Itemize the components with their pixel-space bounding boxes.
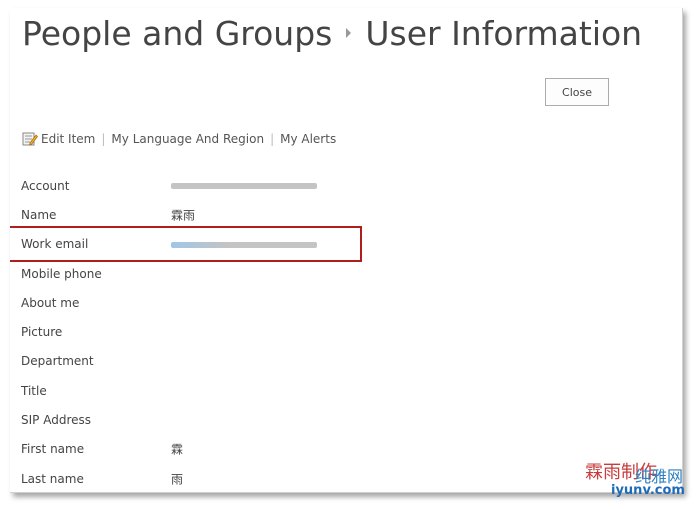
field-label: Department: [21, 354, 94, 369]
toolbar-divider: |: [101, 132, 106, 146]
field-label: SIP Address: [21, 413, 91, 428]
user-fields: Account Name 霖雨 Work email Mobile phone …: [21, 171, 317, 492]
field-label: About me: [21, 295, 80, 310]
watermark: 霖雨制作 纯雅网 iyunv.com: [585, 458, 695, 506]
field-row-department: Department: [21, 347, 171, 376]
field-label: Picture: [21, 325, 63, 340]
field-value: 雨: [171, 472, 184, 487]
field-label: Mobile phone: [21, 266, 102, 281]
field-row-about-me: About me: [21, 288, 171, 317]
field-row-title: Title: [21, 376, 171, 405]
toolbar: Edit Item | My Language And Region | My …: [22, 129, 336, 149]
field-row-picture: Picture: [21, 317, 171, 346]
field-row-account: Account: [21, 171, 317, 200]
edit-item-icon: [22, 131, 38, 147]
field-row-last-name: Last name 雨: [21, 464, 183, 492]
watermark-text: iyunv.com: [611, 483, 685, 498]
toolbar-divider: |: [270, 132, 275, 146]
user-information-panel: People and Groups User Information Close …: [10, 8, 683, 493]
account-value-redacted: [171, 179, 317, 193]
my-alerts-link[interactable]: My Alerts: [280, 132, 336, 146]
field-value: 霖: [171, 442, 184, 457]
field-row-first-name: First name 霖: [21, 435, 183, 464]
breadcrumb-arrow-icon: [346, 27, 352, 38]
page-title: User Information: [365, 14, 643, 53]
field-label: Title: [21, 383, 47, 398]
close-button-label: Close: [562, 85, 592, 99]
edit-item-link[interactable]: Edit Item: [41, 132, 95, 146]
field-label: Account: [21, 178, 70, 193]
field-row-mobile-phone: Mobile phone: [21, 259, 171, 288]
breadcrumb-section[interactable]: People and Groups: [22, 14, 332, 53]
my-language-link[interactable]: My Language And Region: [111, 132, 264, 146]
field-value: 霖雨: [171, 208, 196, 223]
field-label: First name: [21, 442, 85, 457]
page-header: People and Groups User Information: [22, 14, 642, 64]
field-row-sip-address: SIP Address: [21, 405, 171, 434]
work-email-highlight-box: [10, 226, 362, 262]
close-button[interactable]: Close: [545, 78, 609, 106]
field-label: Last name: [21, 471, 84, 486]
field-label: Name: [21, 207, 57, 222]
